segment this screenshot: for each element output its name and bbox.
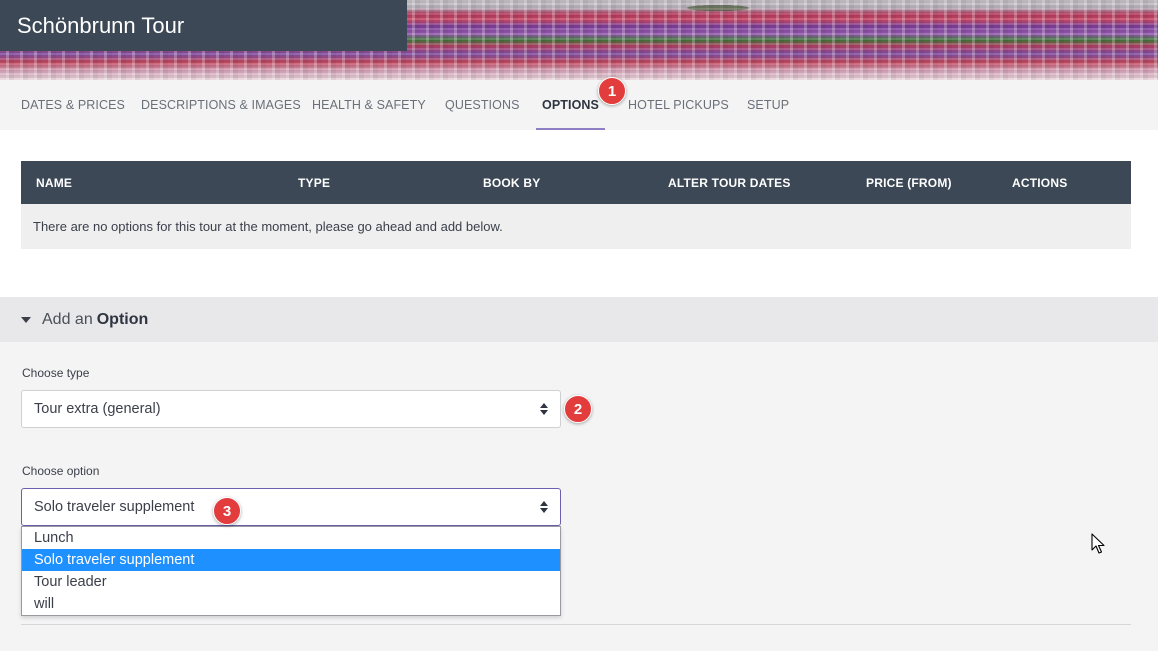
step-marker-3: 3: [213, 497, 241, 525]
tab-hotel-pickups[interactable]: HOTEL PICKUPS: [628, 80, 729, 130]
tab-options[interactable]: OPTIONS: [536, 80, 605, 130]
choose-option-value: Solo traveler supplement: [34, 499, 195, 515]
add-option-section-toggle[interactable]: Add an Option: [0, 297, 1158, 342]
choose-type-label: Choose type: [22, 366, 90, 380]
tab-setup[interactable]: SETUP: [747, 80, 789, 130]
page-title: Schönbrunn Tour: [17, 12, 185, 38]
column-header-name: NAME: [36, 175, 73, 190]
tab-questions[interactable]: QUESTIONS: [445, 80, 520, 130]
add-option-heading-strong: Option: [96, 310, 149, 328]
column-header-book-by: BOOK BY: [483, 175, 541, 190]
add-option-heading-prefix: Add an: [42, 310, 93, 328]
column-header-alter-tour-dates: ALTER TOUR DATES: [668, 175, 791, 190]
step-marker-1: 1: [598, 77, 626, 105]
tab-health-safety[interactable]: HEALTH & SAFETY: [312, 80, 426, 130]
choose-type-select[interactable]: Tour extra (general): [21, 390, 561, 428]
choose-option-label: Choose option: [22, 464, 100, 478]
up-down-arrows-icon: [540, 501, 548, 513]
step-marker-2: 2: [564, 395, 592, 423]
tab-bar: DATES & PRICES DESCRIPTIONS & IMAGES HEA…: [0, 80, 1158, 130]
column-header-type: TYPE: [298, 175, 331, 190]
dropdown-option-solo-traveler-supplement[interactable]: Solo traveler supplement: [22, 549, 560, 571]
up-down-arrows-icon: [540, 403, 548, 415]
dropdown-option-lunch[interactable]: Lunch: [22, 527, 560, 549]
dropdown-option-tour-leader[interactable]: Tour leader: [22, 571, 560, 593]
title-bar: Schönbrunn Tour: [0, 0, 407, 51]
section-divider: [21, 624, 1131, 625]
tab-dates-prices[interactable]: DATES & PRICES: [21, 80, 125, 130]
column-header-actions: ACTIONS: [1012, 175, 1068, 190]
choose-option-select[interactable]: Solo traveler supplement: [21, 488, 561, 526]
choose-option-dropdown-list: Lunch Solo traveler supplement Tour lead…: [21, 526, 561, 616]
column-header-price-from: PRICE (FROM): [866, 175, 952, 190]
options-table-section: NAME TYPE BOOK BY ALTER TOUR DATES PRICE…: [0, 130, 1158, 297]
tab-descriptions-images[interactable]: DESCRIPTIONS & IMAGES: [141, 80, 301, 130]
options-table-header: NAME TYPE BOOK BY ALTER TOUR DATES PRICE…: [21, 161, 1131, 204]
dropdown-option-will[interactable]: will: [22, 593, 560, 615]
caret-down-icon: [21, 316, 31, 323]
choose-type-value: Tour extra (general): [34, 401, 161, 417]
mouse-pointer-icon: [1091, 533, 1105, 554]
empty-table-message: There are no options for this tour at th…: [21, 204, 1131, 249]
